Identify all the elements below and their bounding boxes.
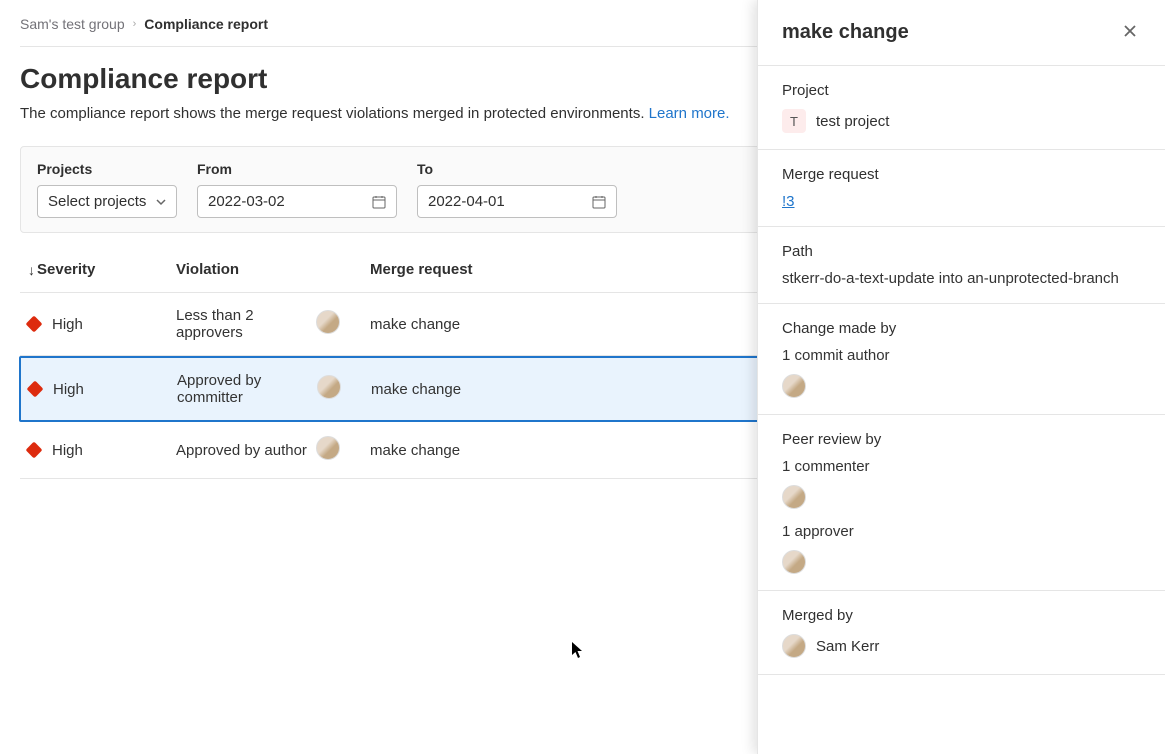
to-label: To xyxy=(417,161,617,177)
avatar xyxy=(316,436,340,460)
change-made-by-label: Change made by xyxy=(782,320,1141,337)
from-label: From xyxy=(197,161,397,177)
path-value: stkerr-do-a-text-update into an-unprotec… xyxy=(782,270,1141,287)
cursor-icon xyxy=(571,641,585,664)
severity-high-icon xyxy=(26,316,43,333)
merged-by-label: Merged by xyxy=(782,607,1141,624)
avatar xyxy=(316,310,340,334)
breadcrumb-group[interactable]: Sam's test group xyxy=(20,16,125,32)
commenter-count: 1 commenter xyxy=(782,458,1141,475)
breadcrumb-current: Compliance report xyxy=(144,16,268,32)
path-label: Path xyxy=(782,243,1141,260)
close-icon xyxy=(1123,26,1137,41)
avatar xyxy=(317,375,341,399)
avatar[interactable] xyxy=(782,374,806,398)
learn-more-link[interactable]: Learn more. xyxy=(649,105,730,122)
chevron-right-icon: › xyxy=(133,18,137,30)
violation-value: Approved by committer xyxy=(177,372,317,406)
drawer-title: make change xyxy=(782,21,909,44)
merged-by-name: Sam Kerr xyxy=(816,638,879,655)
project-badge: T xyxy=(782,109,806,133)
projects-select[interactable]: Select projects xyxy=(37,185,177,218)
avatar[interactable] xyxy=(782,550,806,574)
merge-request-label: Merge request xyxy=(782,166,1141,183)
project-name[interactable]: test project xyxy=(816,113,889,130)
peer-review-label: Peer review by xyxy=(782,431,1141,448)
sort-down-icon: ↓ xyxy=(28,262,35,278)
severity-high-icon xyxy=(27,381,44,398)
header-severity[interactable]: ↓ Severity xyxy=(28,261,176,278)
close-button[interactable] xyxy=(1119,20,1141,45)
commit-author-count: 1 commit author xyxy=(782,347,1141,364)
header-violation[interactable]: Violation xyxy=(176,261,316,278)
to-date-input[interactable]: 2022-04-01 xyxy=(417,185,617,218)
severity-value: High xyxy=(53,381,84,398)
severity-value: High xyxy=(52,442,83,459)
calendar-icon xyxy=(592,195,606,209)
violation-value: Less than 2 approvers xyxy=(176,307,316,341)
projects-label: Projects xyxy=(37,161,177,177)
avatar[interactable] xyxy=(782,485,806,509)
project-label: Project xyxy=(782,82,1141,99)
calendar-icon xyxy=(372,195,386,209)
severity-value: High xyxy=(52,316,83,333)
merge-request-link[interactable]: !3 xyxy=(782,193,795,210)
chevron-down-icon xyxy=(156,197,166,207)
from-date-input[interactable]: 2022-03-02 xyxy=(197,185,397,218)
avatar[interactable] xyxy=(782,634,806,658)
detail-drawer: make change Project T test project Merge… xyxy=(757,0,1165,754)
approver-count: 1 approver xyxy=(782,523,1141,540)
severity-high-icon xyxy=(26,442,43,459)
violation-value: Approved by author xyxy=(176,442,316,459)
